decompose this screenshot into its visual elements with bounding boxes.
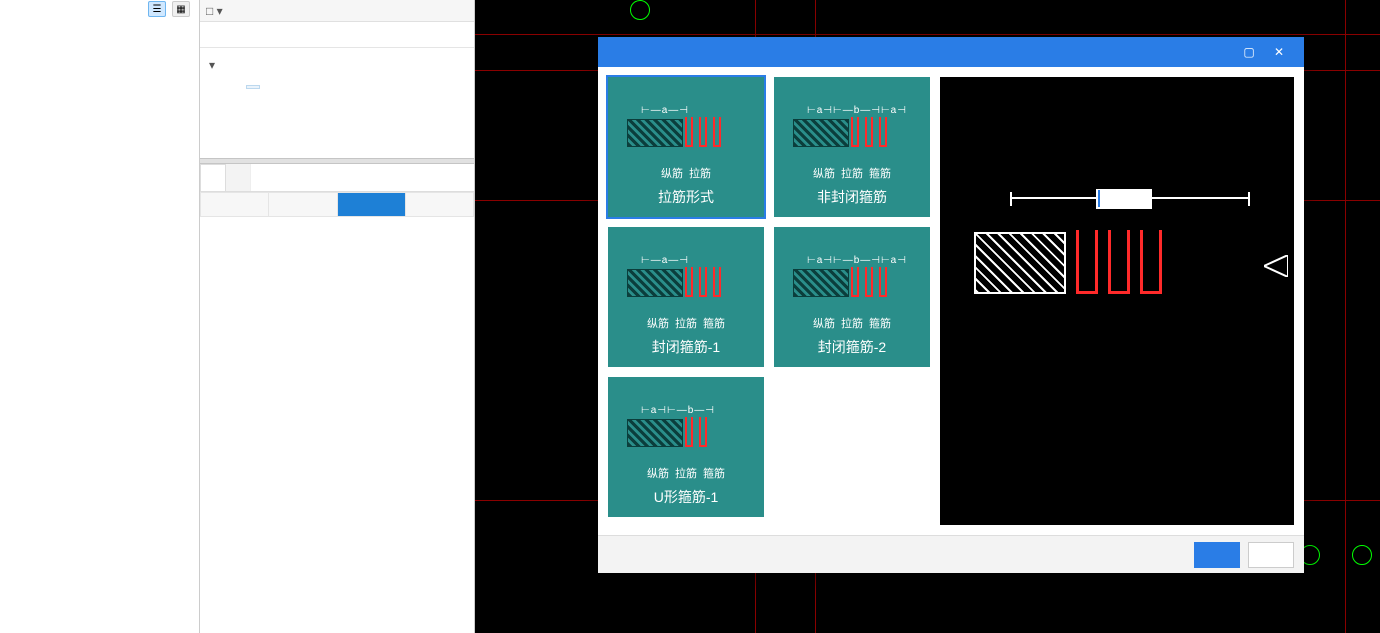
col-value [337,193,405,217]
type-dialog: ▢ ✕ ⊢—a—⊣纵筋拉筋拉筋形式⊢a⊣⊢—b—⊣⊢a⊣纵筋拉筋箍筋非封闭箍筋⊢… [598,37,1304,573]
cancel-button[interactable] [1248,542,1294,568]
type-card[interactable]: ⊢—a—⊣纵筋拉筋箍筋封闭箍筋-1 [608,227,764,367]
length-input[interactable] [1096,189,1152,209]
col-extra [405,193,473,217]
toolbar-new[interactable]: □ ▾ [206,4,223,18]
property-tabs [200,164,474,192]
type-card[interactable]: ⊢a⊣⊢—b—⊣⊢a⊣纵筋拉筋箍筋封闭箍筋-2 [774,227,930,367]
axis-circle [1352,545,1372,565]
type-card[interactable]: ⊢—a—⊣纵筋拉筋拉筋形式 [608,77,764,217]
col-name [269,193,337,217]
maximize-icon[interactable]: ▢ [1234,45,1264,59]
middle-column: □ ▾ ▾ [200,0,475,633]
tab-properties[interactable] [200,164,226,191]
component-instance-tree: ▾ [200,48,474,158]
list-view-icon[interactable]: ☰ [148,1,166,17]
dialog-footer [598,535,1304,573]
search-input[interactable] [200,22,474,48]
axis-marker [630,0,650,20]
preview-panel [940,77,1294,525]
ok-button[interactable] [1194,542,1240,568]
type-card[interactable]: ⊢a⊣⊢—b—⊣⊢a⊣纵筋拉筋箍筋非封闭箍筋 [774,77,930,217]
close-icon[interactable]: ✕ [1264,45,1294,59]
component-toolbar: □ ▾ [200,0,474,22]
type-card[interactable]: ⊢a⊣⊢—b—⊣纵筋拉筋箍筋U形箍筋-1 [608,377,764,517]
cards-column: ⊢—a—⊣纵筋拉筋拉筋形式⊢a⊣⊢—b—⊣⊢a⊣纵筋拉筋箍筋非封闭箍筋⊢—a—⊣… [608,77,930,525]
dialog-titlebar[interactable]: ▢ ✕ [598,37,1304,67]
tab-layers[interactable] [226,164,251,191]
comp-child[interactable] [246,85,260,89]
property-table [200,192,474,217]
tree-view-toggle: ☰ ▦ [148,1,190,17]
grid-view-icon[interactable]: ▦ [172,1,190,17]
left-component-tree: ☰ ▦ [0,0,200,633]
